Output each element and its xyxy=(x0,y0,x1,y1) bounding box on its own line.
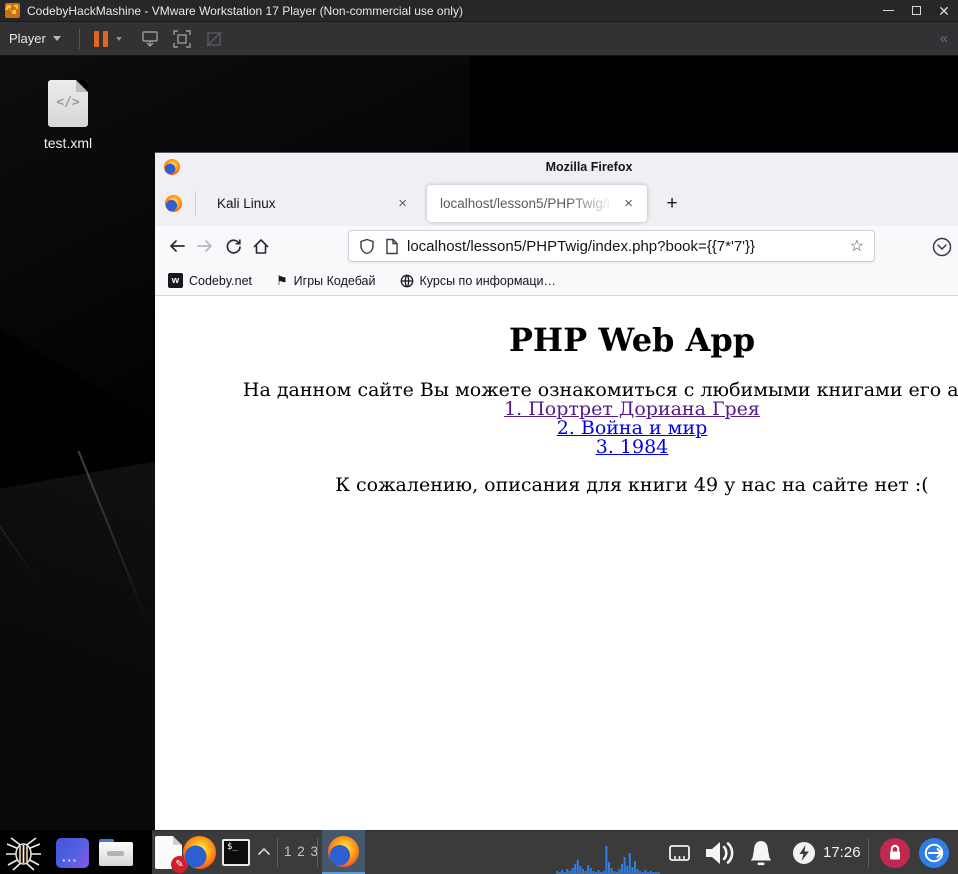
tab-localhost-active[interactable]: localhost/lesson5/PHPTwig/i × xyxy=(427,185,647,222)
vmware-player-window: CodebyHackMashine - VMware Workstation 1… xyxy=(0,0,958,874)
tab-close-icon[interactable]: × xyxy=(394,194,411,213)
firefox-launcher-icon[interactable] xyxy=(183,836,216,869)
bookmark-label: Игры Кодебай xyxy=(293,273,376,288)
tab-kali-linux[interactable]: Kali Linux × xyxy=(203,185,421,222)
code-glyph: </> xyxy=(56,95,80,110)
shield-icon xyxy=(360,238,374,254)
page-title: PHP Web App xyxy=(508,321,756,359)
terminal-icon[interactable]: $_ xyxy=(222,839,250,866)
unity-mode-button-disabled xyxy=(204,29,224,49)
file-manager-icon[interactable] xyxy=(99,839,133,866)
kali-taskbar: ✎ $_ 1 2 3 4 xyxy=(0,830,958,874)
vmware-toolbar: Player « xyxy=(0,22,958,56)
back-button[interactable] xyxy=(163,232,191,260)
window-manager-icon[interactable] xyxy=(56,838,89,868)
chevron-down-icon xyxy=(115,36,122,41)
bookmark-codeby[interactable]: w Codeby.net xyxy=(168,273,252,288)
bookmark-kursy[interactable]: Курсы по информаци… xyxy=(400,273,557,288)
tab-divider xyxy=(195,191,196,216)
book-link-3[interactable]: 3. 1984 xyxy=(155,438,958,457)
url-text[interactable]: localhost/lesson5/PHPTwig/index.php?book… xyxy=(407,238,842,255)
bookmark-star-icon[interactable]: ☆ xyxy=(850,236,864,256)
codeby-favicon: w xyxy=(168,273,183,288)
taskbar-divider xyxy=(868,838,869,868)
minimize-button[interactable] xyxy=(874,0,902,22)
network-history-graph xyxy=(556,846,660,874)
taskbar-divider xyxy=(277,838,278,868)
bookmark-igry-codebay[interactable]: ⚑ Игры Кодебай xyxy=(276,274,375,288)
firefox-titlebar[interactable]: Mozilla Firefox xyxy=(155,153,958,181)
forward-button xyxy=(191,232,219,260)
page-icon xyxy=(386,238,398,254)
home-button[interactable] xyxy=(247,232,275,260)
collapse-toolbar-button[interactable]: « xyxy=(940,30,948,47)
chevron-up-icon[interactable] xyxy=(256,844,272,860)
firefox-window-title: Mozilla Firefox xyxy=(545,160,633,174)
kali-menu-icon[interactable] xyxy=(5,835,42,872)
power-manager-icon[interactable] xyxy=(793,842,815,864)
firefox-task-button-active[interactable] xyxy=(322,830,365,874)
player-menu-button[interactable]: Player xyxy=(0,26,71,52)
pocket-save-icon[interactable] xyxy=(931,236,953,258)
maximize-button[interactable] xyxy=(902,0,930,22)
pause-icon xyxy=(93,30,108,47)
bookmark-label: Codeby.net xyxy=(189,273,253,288)
tab-label: localhost/lesson5/PHPTwig/i xyxy=(440,196,610,211)
volume-icon[interactable] xyxy=(703,839,737,867)
close-button[interactable]: ✕ xyxy=(930,0,958,22)
bookmark-label: Курсы по информаци… xyxy=(419,273,557,288)
network-status-icon[interactable] xyxy=(668,844,691,862)
globe-icon xyxy=(400,274,413,287)
xml-file-icon: </> xyxy=(48,80,88,127)
bookmarks-toolbar: w Codeby.net ⚑ Игры Кодебай Курсы по инф… xyxy=(155,266,958,296)
desktop-file-test-xml[interactable]: </> test.xml xyxy=(30,80,106,151)
firefox-navigation-bar: localhost/lesson5/PHPTwig/index.php?book… xyxy=(155,226,958,266)
firefox-window: Mozilla Firefox Kali Linux × localhost/l… xyxy=(155,152,958,830)
vmware-window-title: CodebyHackMashine - VMware Workstation 1… xyxy=(27,3,463,18)
taskbar-divider xyxy=(317,838,318,868)
notification-bell-icon[interactable] xyxy=(746,838,776,868)
clock[interactable]: 17:26 xyxy=(823,844,861,861)
suspend-vm-button[interactable] xyxy=(88,30,128,47)
text-editor-icon[interactable]: ✎ xyxy=(155,836,188,873)
player-menu-label: Player xyxy=(9,31,46,46)
vmware-player-icon xyxy=(5,3,20,18)
firefox-logo-icon xyxy=(164,159,180,175)
flag-icon: ⚑ xyxy=(276,273,288,288)
tab-close-icon[interactable]: × xyxy=(620,194,637,213)
new-tab-button[interactable]: + xyxy=(659,191,685,217)
web-page-content: PHP Web App На данном сайте Вы можете оз… xyxy=(155,296,958,830)
vm-screen-kali-desktop: </> test.xml Mozilla Firefox Kali Linux … xyxy=(0,56,958,874)
tab-label: Kali Linux xyxy=(217,196,276,211)
book-links: 1. Портрет Дориана Грея 2. Война и мир 3… xyxy=(155,400,958,457)
vmware-titlebar: CodebyHackMashine - VMware Workstation 1… xyxy=(0,0,958,22)
book-link-2[interactable]: 2. Война и мир xyxy=(155,419,958,438)
reload-button[interactable] xyxy=(219,232,247,260)
send-ctrl-alt-del-button[interactable] xyxy=(140,29,160,49)
not-found-message: К сожалению, описания для книги 49 у нас… xyxy=(335,474,929,496)
firefox-tab-bar: Kali Linux × localhost/lesson5/PHPTwig/i… xyxy=(155,181,958,226)
firefox-icon xyxy=(328,836,359,867)
fullscreen-button[interactable] xyxy=(172,29,192,49)
lock-screen-button[interactable] xyxy=(880,838,910,868)
firefox-menu-icon[interactable] xyxy=(165,195,182,212)
chevron-down-icon xyxy=(52,36,61,41)
toolbar-divider xyxy=(78,28,80,49)
logout-button[interactable] xyxy=(919,838,949,868)
url-bar[interactable]: localhost/lesson5/PHPTwig/index.php?book… xyxy=(348,230,875,262)
desktop-file-label: test.xml xyxy=(43,135,93,151)
